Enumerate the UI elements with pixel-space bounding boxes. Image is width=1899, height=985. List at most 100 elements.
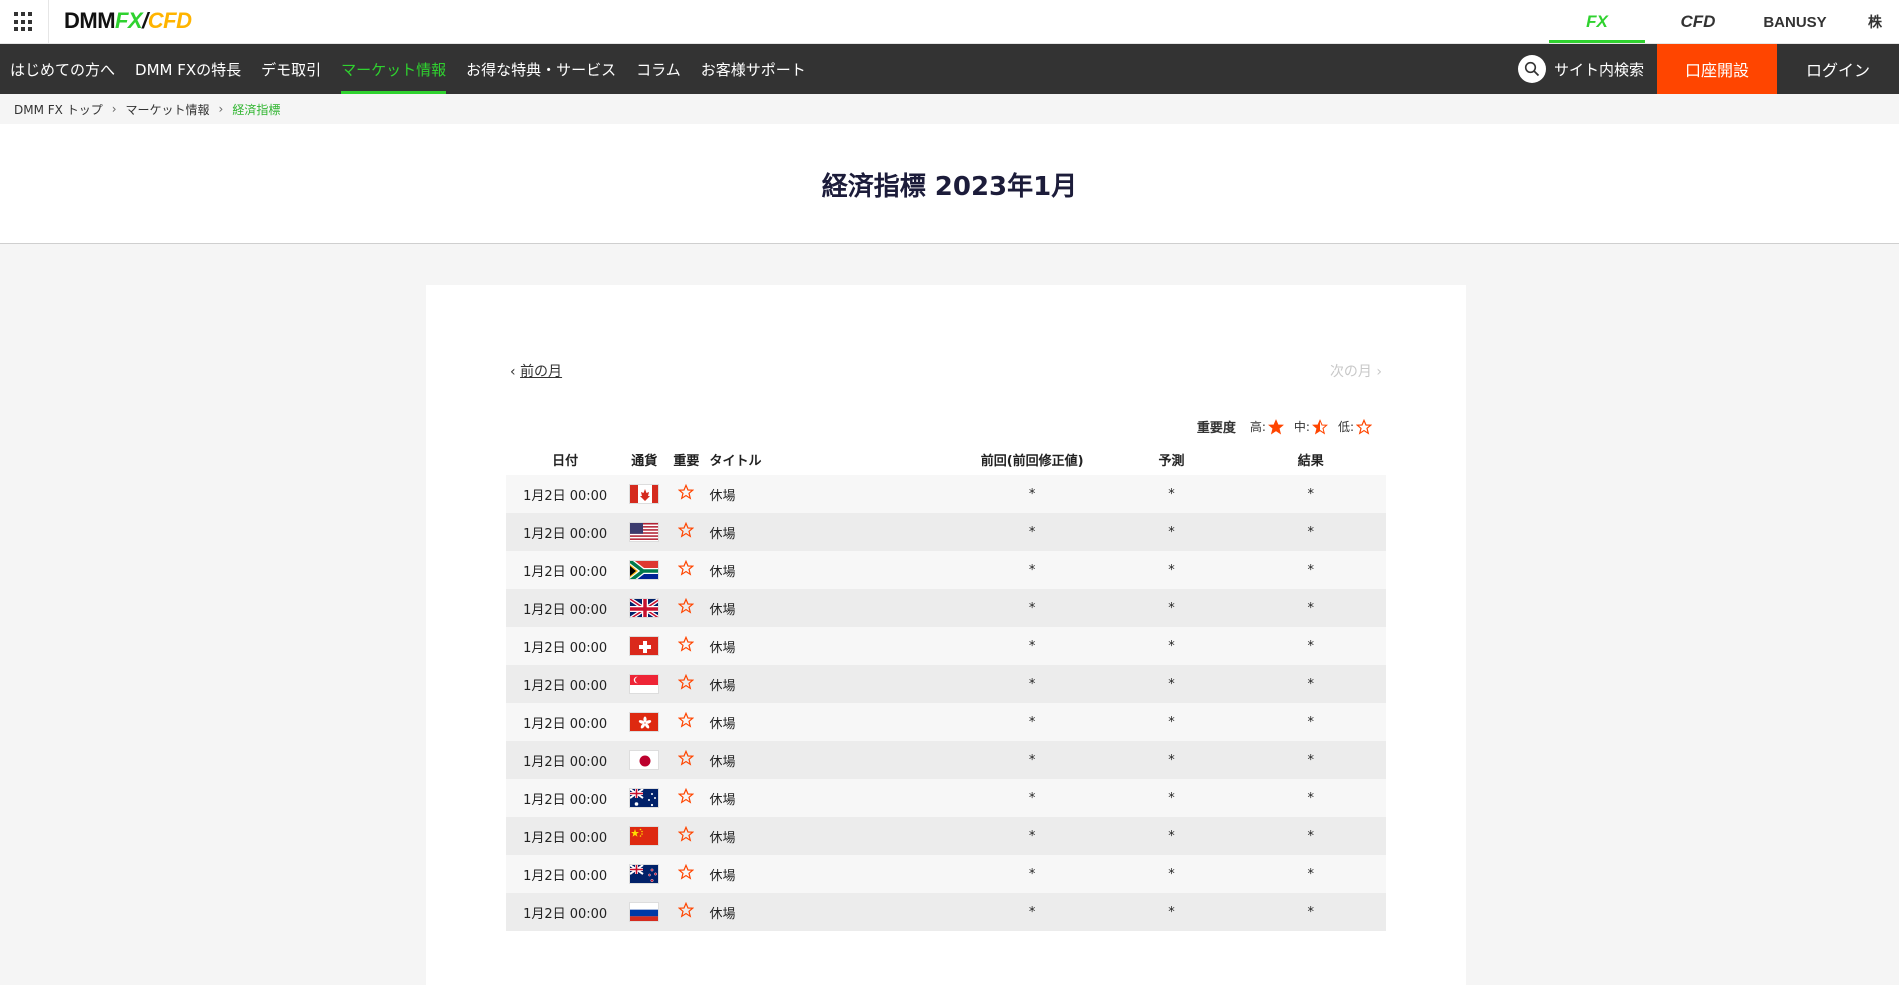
row-importance [664,665,709,703]
col-importance: 重要 [673,453,700,469]
nav-item-demo[interactable]: デモ取引 [251,44,331,94]
row-forecast: * [1107,817,1236,855]
star-outline-icon [678,749,695,770]
row-currency [624,741,665,779]
row-previous: * [957,627,1108,665]
star-outline-icon [1356,418,1372,435]
hong-kong-flag [629,712,660,732]
row-previous: * [957,741,1108,779]
calendar-card: ‹ 前の月 次の月 › 重要度 高: 中: 低: 日付 通貨 重要 タイトル 前… [426,285,1466,985]
row-date: 1月2日 00:00 [506,779,625,817]
divider [48,0,49,44]
breadcrumb-home[interactable]: DMM FX トップ [14,101,103,118]
row-title: 休場 [708,779,957,817]
legend-low-label: 低: [1337,420,1354,434]
row-currency [624,551,665,589]
row-currency [624,627,665,665]
prev-month-link[interactable]: ‹ 前の月 [510,361,562,381]
breadcrumb-market-info[interactable]: マーケット情報 [126,101,210,118]
search-label: サイト内検索 [1554,60,1645,79]
switzerland-flag [629,636,660,656]
star-outline-icon [678,635,695,656]
south-africa-flag [629,560,660,580]
title-section: 経済指標 2023年1月 [0,124,1899,244]
row-currency [624,779,665,817]
row-result: * [1235,703,1386,741]
col-title: タイトル [709,453,762,469]
nav-item-features[interactable]: DMM FXの特長 [125,44,251,94]
logo-fx: FX [115,8,143,33]
row-importance [664,741,709,779]
singapore-flag [629,674,660,694]
nav-item-market-info[interactable]: マーケット情報 [331,44,456,94]
row-importance [664,817,709,855]
main-nav: はじめての方へ DMM FXの特長 デモ取引 マーケット情報 お得な特典・サービ… [0,44,1899,94]
row-title: 休場 [708,513,957,551]
tab-cfd[interactable]: CFD [1657,0,1739,44]
row-previous: * [957,665,1108,703]
row-currency [624,513,665,551]
star-outline-icon [678,521,695,542]
row-result: * [1235,513,1386,551]
china-flag [629,826,660,846]
row-date: 1月2日 00:00 [506,513,625,551]
row-previous: * [957,817,1108,855]
login-button[interactable]: ログイン [1777,44,1899,94]
next-month-link: 次の月 › [1330,361,1382,381]
row-date: 1月2日 00:00 [506,475,625,513]
col-previous: 前回(前回修正値) [980,453,1084,469]
row-forecast: * [1107,589,1236,627]
nav-item-beginners[interactable]: はじめての方へ [0,44,125,94]
row-title: 休場 [708,741,957,779]
star-filled-icon [1267,418,1284,434]
table-row: 1月2日 00:00 休場 * * * [506,665,1386,703]
nav-item-column[interactable]: コラム [626,44,691,94]
row-forecast: * [1107,627,1236,665]
row-forecast: * [1107,779,1236,817]
tab-banusy[interactable]: BANUSY [1739,0,1851,44]
nav-item-support[interactable]: お客様サポート [691,44,816,94]
canada-flag [629,484,660,504]
row-date: 1月2日 00:00 [506,589,625,627]
row-result: * [1235,893,1386,931]
new-zealand-flag [629,864,660,884]
legend-title: 重要度 [1196,421,1236,436]
open-account-button[interactable]: 口座開設 [1657,44,1777,94]
row-result: * [1235,627,1386,665]
star-outline-icon [678,673,695,694]
tab-kabu[interactable]: 株 [1851,0,1899,44]
col-forecast: 予測 [1158,453,1185,469]
row-result: * [1235,665,1386,703]
table-row: 1月2日 00:00 休場 * * * [506,893,1386,931]
star-outline-icon [678,901,695,922]
tab-fx[interactable]: FX [1549,0,1645,44]
row-forecast: * [1107,665,1236,703]
row-importance [664,589,709,627]
row-title: 休場 [708,893,957,931]
russia-flag [629,902,660,922]
nav-items: はじめての方へ DMM FXの特長 デモ取引 マーケット情報 お得な特典・サービ… [0,44,816,94]
col-date: 日付 [552,453,579,469]
table-row: 1月2日 00:00 休場 * * * [506,551,1386,589]
row-date: 1月2日 00:00 [506,703,625,741]
table-row: 1月2日 00:00 休場 * * * [506,475,1386,513]
row-importance [664,551,709,589]
table-row: 1月2日 00:00 休場 * * * [506,627,1386,665]
chevron-left-icon: ‹ [510,364,516,380]
row-forecast: * [1107,475,1236,513]
row-importance [664,513,709,551]
row-result: * [1235,779,1386,817]
breadcrumb-separator: › [218,102,224,116]
row-importance [664,893,709,931]
row-title: 休場 [708,665,957,703]
nav-item-benefits[interactable]: お得な特典・サービス [456,44,626,94]
dmm-fx-cfd-logo[interactable]: DMMFX/CFD [64,8,192,34]
app-grid-icon[interactable] [14,12,34,32]
row-result: * [1235,855,1386,893]
table-row: 1月2日 00:00 休場 * * * [506,741,1386,779]
row-result: * [1235,589,1386,627]
us-flag [629,522,660,542]
table-row: 1月2日 00:00 休場 * * * [506,817,1386,855]
site-search[interactable]: サイト内検索 [1518,44,1644,94]
row-previous: * [957,513,1108,551]
